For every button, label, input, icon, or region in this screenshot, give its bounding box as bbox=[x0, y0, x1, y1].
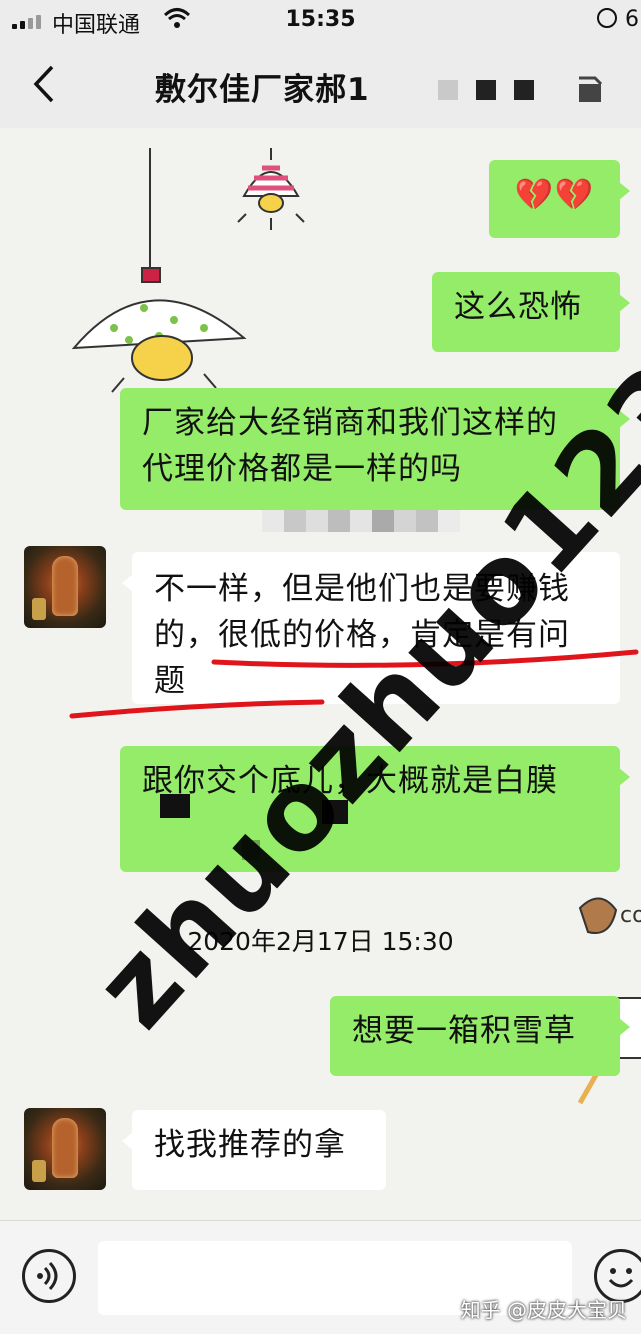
zhihu-credit: 知乎 @皮皮大宝贝 bbox=[460, 1298, 627, 1322]
voice-icon[interactable] bbox=[22, 1249, 76, 1303]
red-annotation-line bbox=[69, 649, 639, 719]
